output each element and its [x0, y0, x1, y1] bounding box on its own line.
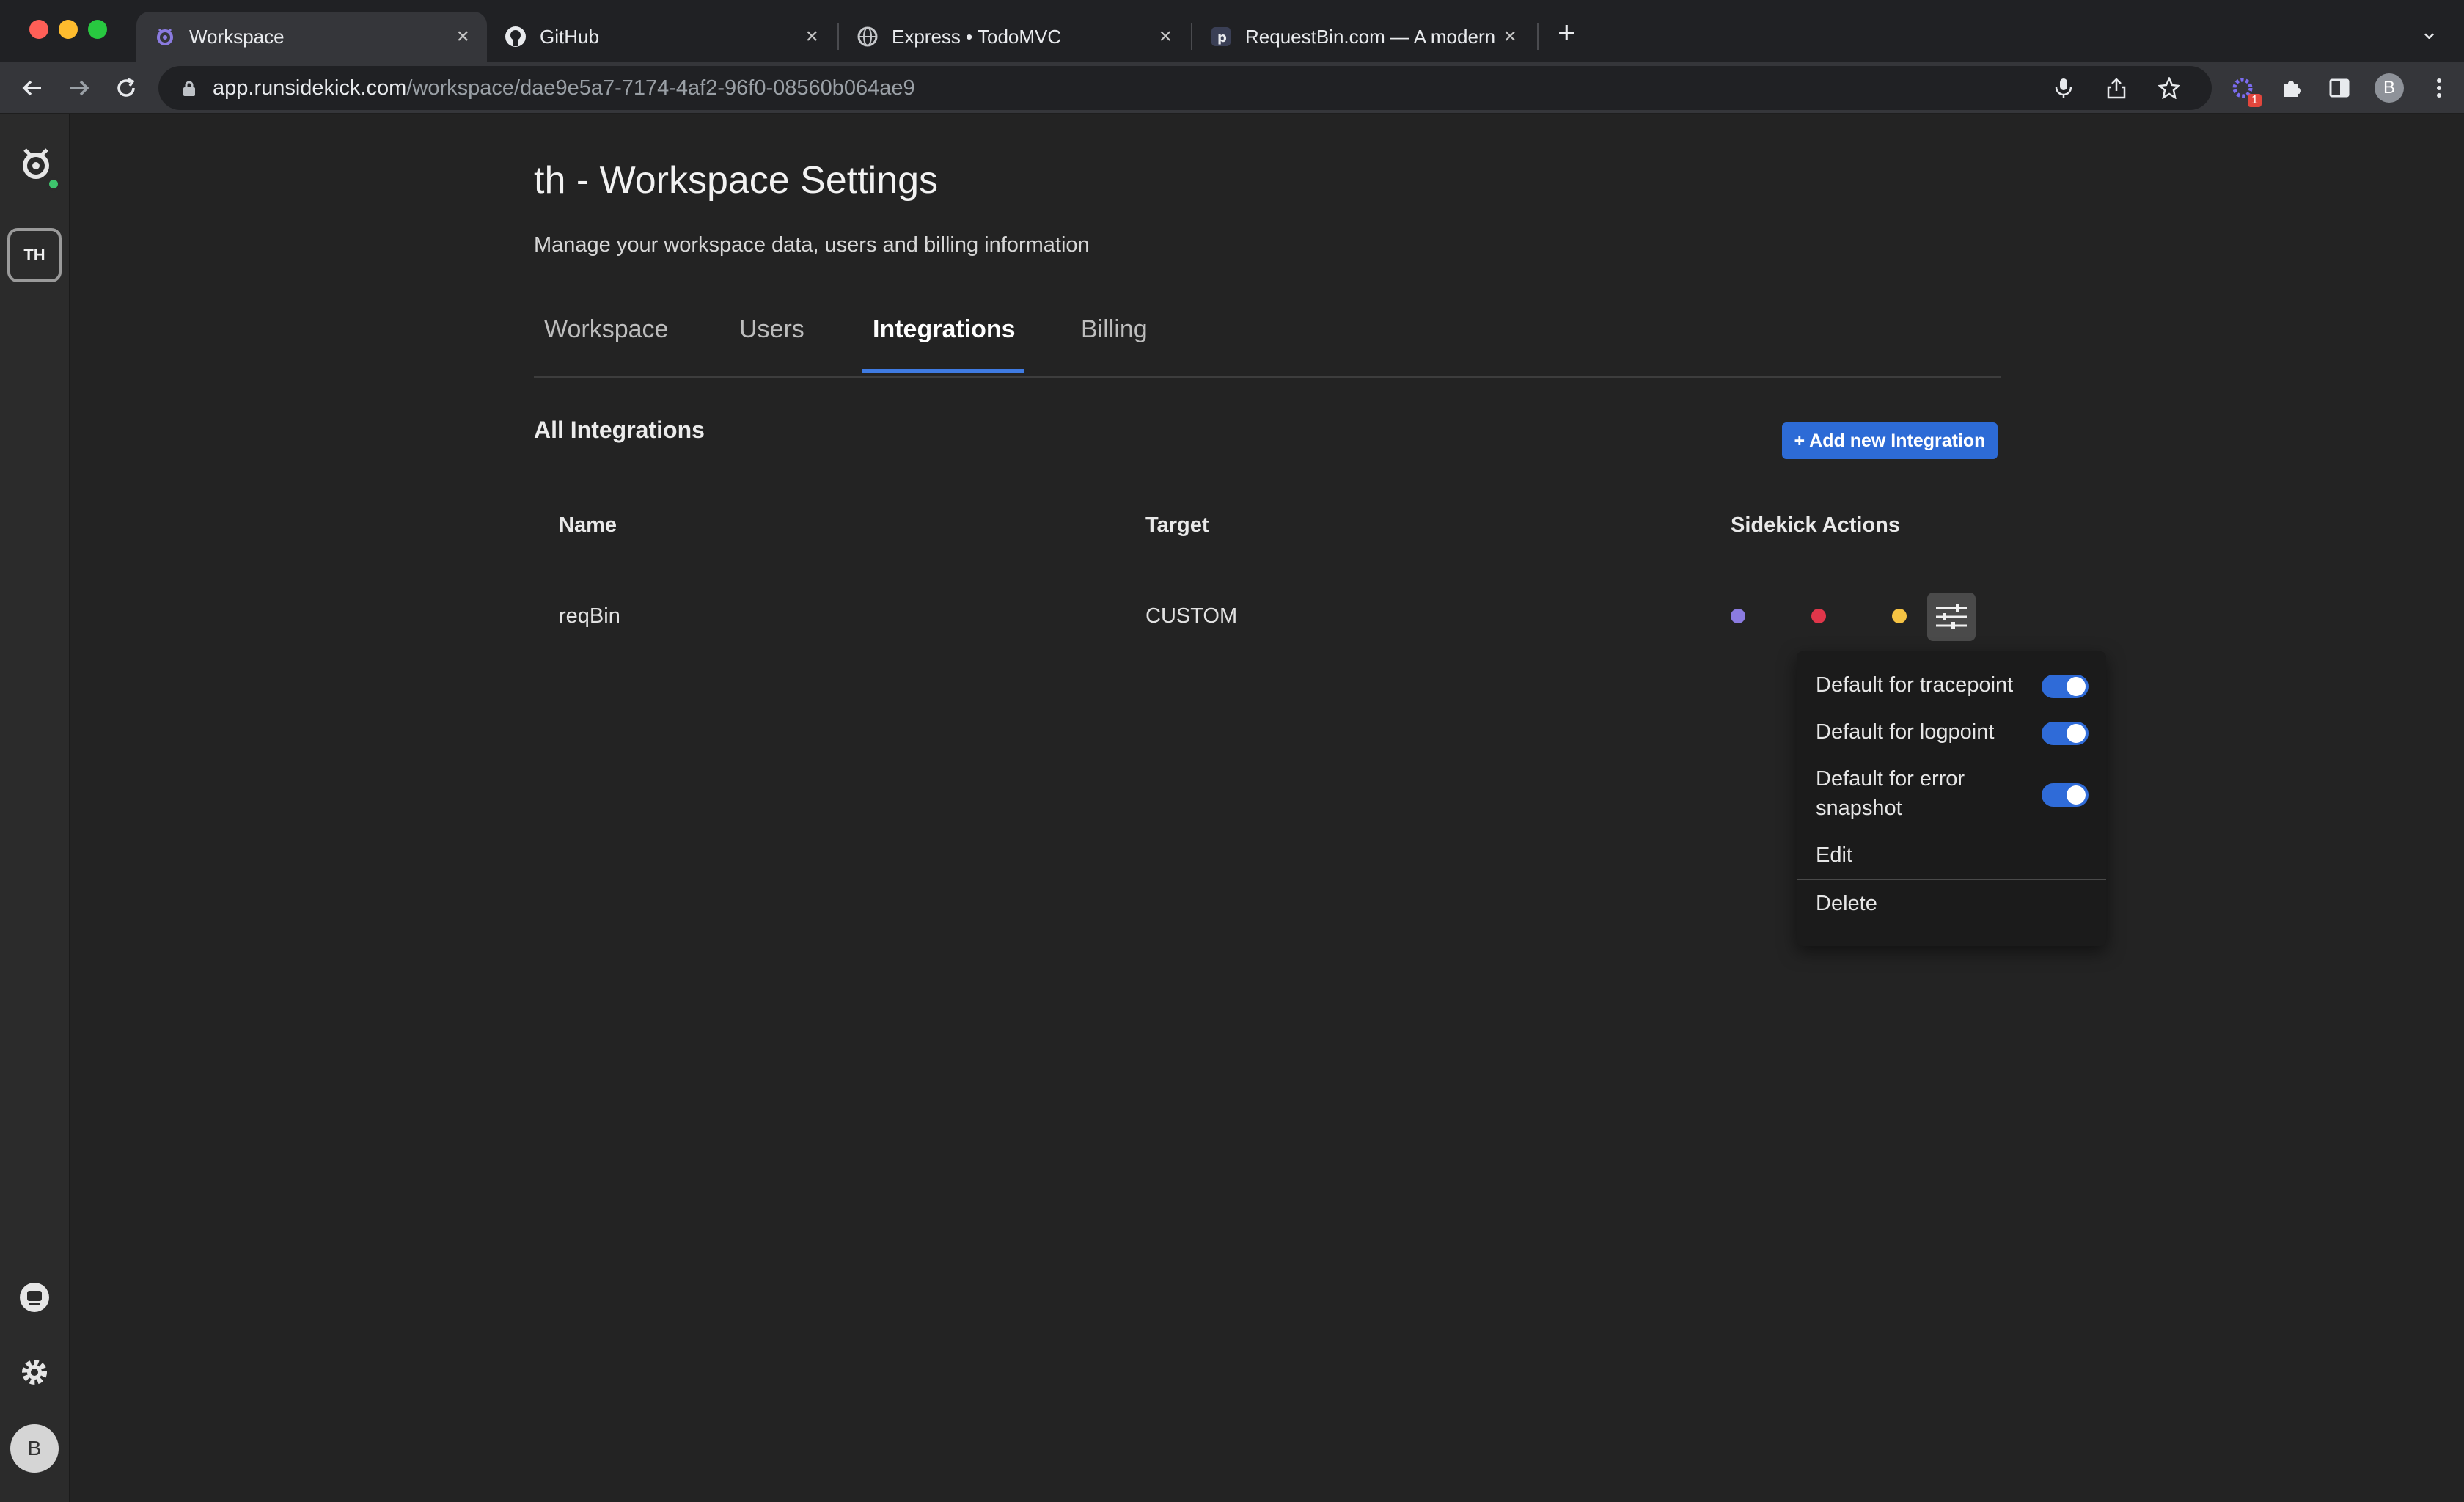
github-icon	[505, 26, 527, 48]
browser-profile-avatar[interactable]: B	[2375, 73, 2404, 103]
browser-tab-github[interactable]: GitHub ×	[487, 12, 836, 62]
sidekick-logo-icon	[154, 26, 176, 48]
new-tab-button[interactable]: +	[1558, 15, 1576, 50]
page-subtitle: Manage your workspace data, users and bi…	[534, 233, 1090, 257]
tab-title: RequestBin.com — A modern r	[1245, 25, 1495, 48]
column-header-name: Name	[559, 513, 617, 537]
integration-settings-button[interactable]	[1927, 593, 1976, 641]
address-bar[interactable]: app.runsidekick.com/workspace/dae9e5a7-7…	[158, 66, 2212, 110]
side-panel-icon[interactable]	[2326, 75, 2353, 101]
page-title: th - Workspace Settings	[534, 159, 939, 202]
browser-tab-express-todomvc[interactable]: Express • TodoMVC ×	[839, 12, 1189, 62]
tab-title: Workspace	[189, 25, 285, 48]
column-header-sidekick-actions: Sidekick Actions	[1731, 513, 1901, 537]
sidekick-logo-icon[interactable]	[16, 144, 56, 183]
active-tab-indicator	[862, 369, 1024, 373]
integration-target: CUSTOM	[1145, 604, 1238, 628]
chat-support-icon[interactable]	[16, 1279, 53, 1316]
tab-close-icon[interactable]: ×	[456, 24, 469, 49]
app-sidebar: TH B	[0, 114, 70, 1502]
section-title: All Integrations	[534, 417, 705, 443]
window-maximize-button[interactable]	[88, 20, 107, 39]
menu-item-delete[interactable]: Delete	[1816, 889, 1877, 918]
bookmark-star-icon[interactable]	[2156, 75, 2182, 101]
globe-icon	[857, 26, 879, 48]
url-host: app.runsidekick.com	[213, 76, 407, 100]
tab-close-icon[interactable]: ×	[1503, 24, 1517, 49]
tab-title: Express • TodoMVC	[892, 25, 1062, 48]
sliders-icon	[1936, 604, 1967, 629]
extension-badge: 1	[2248, 94, 2262, 107]
tab-search-chevron-icon[interactable]: ⌄	[2420, 19, 2438, 45]
browser-tab-workspace[interactable]: Workspace ×	[136, 12, 487, 62]
tab-close-icon[interactable]: ×	[805, 24, 818, 49]
menu-label-default-error-snapshot: Default for error snapshot	[1816, 767, 1965, 820]
share-icon[interactable]	[2103, 75, 2130, 101]
browser-tab-bar: Workspace × GitHub × Express • TodoMVC ×…	[0, 0, 2464, 62]
menu-divider	[1797, 879, 2106, 880]
add-new-integration-button[interactable]: + Add new Integration	[1782, 422, 1998, 459]
menu-label-default-tracepoint: Default for tracepoint	[1816, 673, 2014, 697]
tab-billing[interactable]: Billing	[1081, 315, 1148, 344]
browser-menu-kebab-icon[interactable]	[2426, 75, 2452, 101]
window-minimize-button[interactable]	[59, 20, 78, 39]
toggle-default-logpoint[interactable]	[2042, 722, 2089, 745]
url-path: /workspace/dae9e5a7-7174-4af2-96f0-08560…	[406, 76, 915, 100]
back-arrow-icon[interactable]	[15, 70, 50, 106]
toggle-default-tracepoint[interactable]	[2042, 675, 2089, 698]
browser-tab-requestbin[interactable]: p RequestBin.com — A modern r ×	[1192, 12, 1534, 62]
settings-tabs: Workspace Users Integrations Billing	[534, 308, 2001, 378]
lock-icon	[180, 79, 198, 97]
user-avatar[interactable]: B	[10, 1424, 59, 1473]
integration-actions-menu: Default for tracepoint Default for logpo…	[1797, 651, 2106, 946]
menu-item-edit[interactable]: Edit	[1816, 840, 1852, 870]
integration-name: reqBin	[559, 604, 620, 628]
forward-arrow-icon[interactable]	[62, 70, 97, 106]
column-header-target: Target	[1145, 513, 1209, 537]
workspace-avatar[interactable]: TH	[7, 228, 62, 282]
extensions-puzzle-icon[interactable]	[2278, 75, 2304, 101]
tab-workspace[interactable]: Workspace	[544, 315, 668, 344]
tracepoint-status-dot	[1731, 609, 1745, 623]
logpoint-status-dot	[1811, 609, 1826, 623]
tab-close-icon[interactable]: ×	[1159, 24, 1172, 49]
reload-icon[interactable]	[109, 70, 144, 106]
menu-label-default-logpoint: Default for logpoint	[1816, 720, 1995, 744]
tab-title: GitHub	[540, 25, 599, 48]
window-close-button[interactable]	[29, 20, 48, 39]
tab-integrations[interactable]: Integrations	[873, 315, 1016, 344]
toggle-default-error-snapshot[interactable]	[2042, 783, 2089, 807]
settings-gear-icon[interactable]	[16, 1354, 53, 1391]
tab-users[interactable]: Users	[739, 315, 804, 344]
tab-separator	[1537, 23, 1539, 50]
extension-sidekick-icon[interactable]: 1	[2229, 75, 2262, 107]
browser-toolbar: app.runsidekick.com/workspace/dae9e5a7-7…	[0, 62, 2464, 114]
online-status-dot	[47, 177, 60, 191]
error-snapshot-status-dot	[1892, 609, 1907, 623]
svg-text:p: p	[1217, 30, 1227, 45]
requestbin-icon: p	[1210, 26, 1232, 48]
microphone-icon[interactable]	[2050, 75, 2077, 101]
